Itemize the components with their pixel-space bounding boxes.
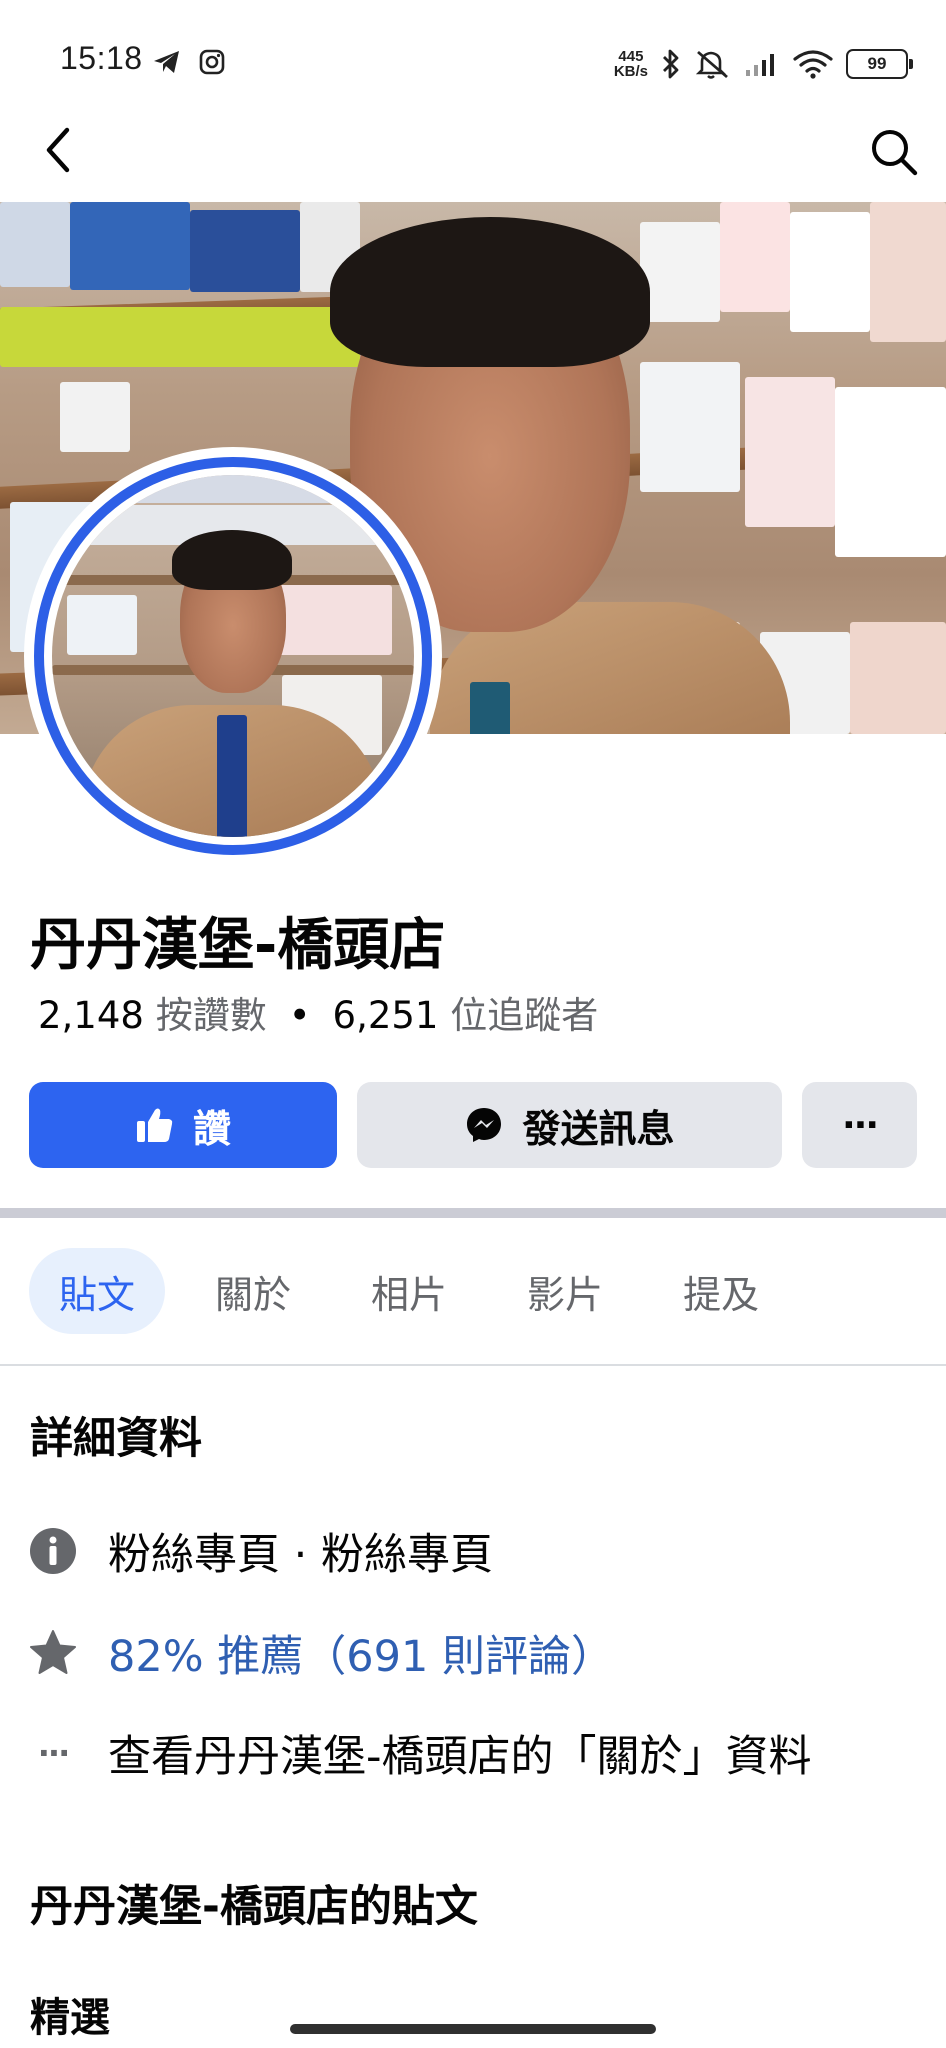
signal-icon (746, 54, 774, 76)
see-about-link[interactable]: 查看丹丹漢堡-橋頭店的「關於」資料 (108, 1722, 812, 1784)
tab-photos[interactable]: 相片 (341, 1248, 477, 1334)
category-row: 粉絲專頁 · 粉絲專頁 (28, 1520, 493, 1582)
followers-count: 6,251 (332, 994, 439, 1037)
rating-row[interactable]: 82% 推薦（691 則評論） (28, 1622, 614, 1684)
telegram-icon (154, 51, 179, 73)
see-about-row[interactable]: ··· 查看丹丹漢堡-橋頭店的「關於」資料 (28, 1722, 812, 1784)
star-icon (30, 1630, 76, 1674)
more-dots-icon: ··· (37, 1734, 70, 1772)
wifi-icon (793, 50, 833, 79)
messenger-icon (467, 1108, 502, 1142)
instagram-icon (199, 49, 225, 75)
more-options-button[interactable]: ··· (802, 1082, 917, 1168)
stats-separator: • (288, 994, 311, 1037)
battery-icon: 99 (846, 49, 913, 79)
avatar-story-ring (34, 457, 432, 855)
tab-about[interactable]: 關於 (185, 1248, 321, 1334)
tab-posts[interactable]: 貼文 (29, 1248, 166, 1334)
thumbs-up-icon (136, 1108, 173, 1142)
profile-tabs: 貼文 關於 相片 影片 提及 (0, 1218, 946, 1364)
followers-label: 位追蹤者 (450, 994, 599, 1037)
search-button[interactable] (864, 122, 924, 182)
send-message-button[interactable]: 發送訊息 (357, 1082, 782, 1168)
page-title: 丹丹漢堡-橋頭店 (30, 913, 446, 978)
page-stats: 2,148 按讚數 • 6,251 位追蹤者 (38, 985, 598, 1039)
more-options-icon: ··· (841, 1104, 879, 1146)
page-category: 粉絲專頁 · 粉絲專頁 (108, 1530, 494, 1580)
status-time: 15:18 (60, 40, 143, 76)
likes-count: 2,148 (38, 994, 144, 1037)
avatar-image (52, 475, 414, 837)
home-indicator[interactable] (290, 2024, 656, 2034)
status-icons: 445 KB/s 99 (613, 44, 913, 84)
tab-videos[interactable]: 影片 (497, 1248, 633, 1334)
likes-label: 按讚數 (155, 994, 267, 1037)
back-button[interactable] (30, 122, 86, 178)
search-icon (872, 130, 918, 176)
info-icon (30, 1528, 76, 1574)
back-arrow-icon (46, 127, 70, 173)
tab-mentions[interactable]: 提及 (653, 1248, 789, 1334)
recommendation-rating[interactable]: 82% 推薦（691 則評論） (108, 1622, 614, 1684)
mute-icon (695, 50, 728, 79)
tabs-divider (0, 1364, 946, 1366)
profile-avatar[interactable] (24, 447, 442, 865)
network-speed: 445 KB/s (613, 48, 648, 80)
like-button-label: 讚 (192, 1106, 231, 1151)
send-message-label: 發送訊息 (522, 1106, 675, 1151)
status-bar: 15:18 445 KB/s 99 (0, 0, 946, 120)
bluetooth-icon (663, 49, 679, 79)
like-button[interactable]: 讚 (29, 1082, 337, 1168)
posts-section-title: 丹丹漢堡-橋頭店的貼文 (30, 1882, 478, 1932)
details-title: 詳細資料 (30, 1414, 202, 1464)
section-divider (0, 1208, 946, 1218)
featured-label: 精選 (30, 1995, 110, 2041)
